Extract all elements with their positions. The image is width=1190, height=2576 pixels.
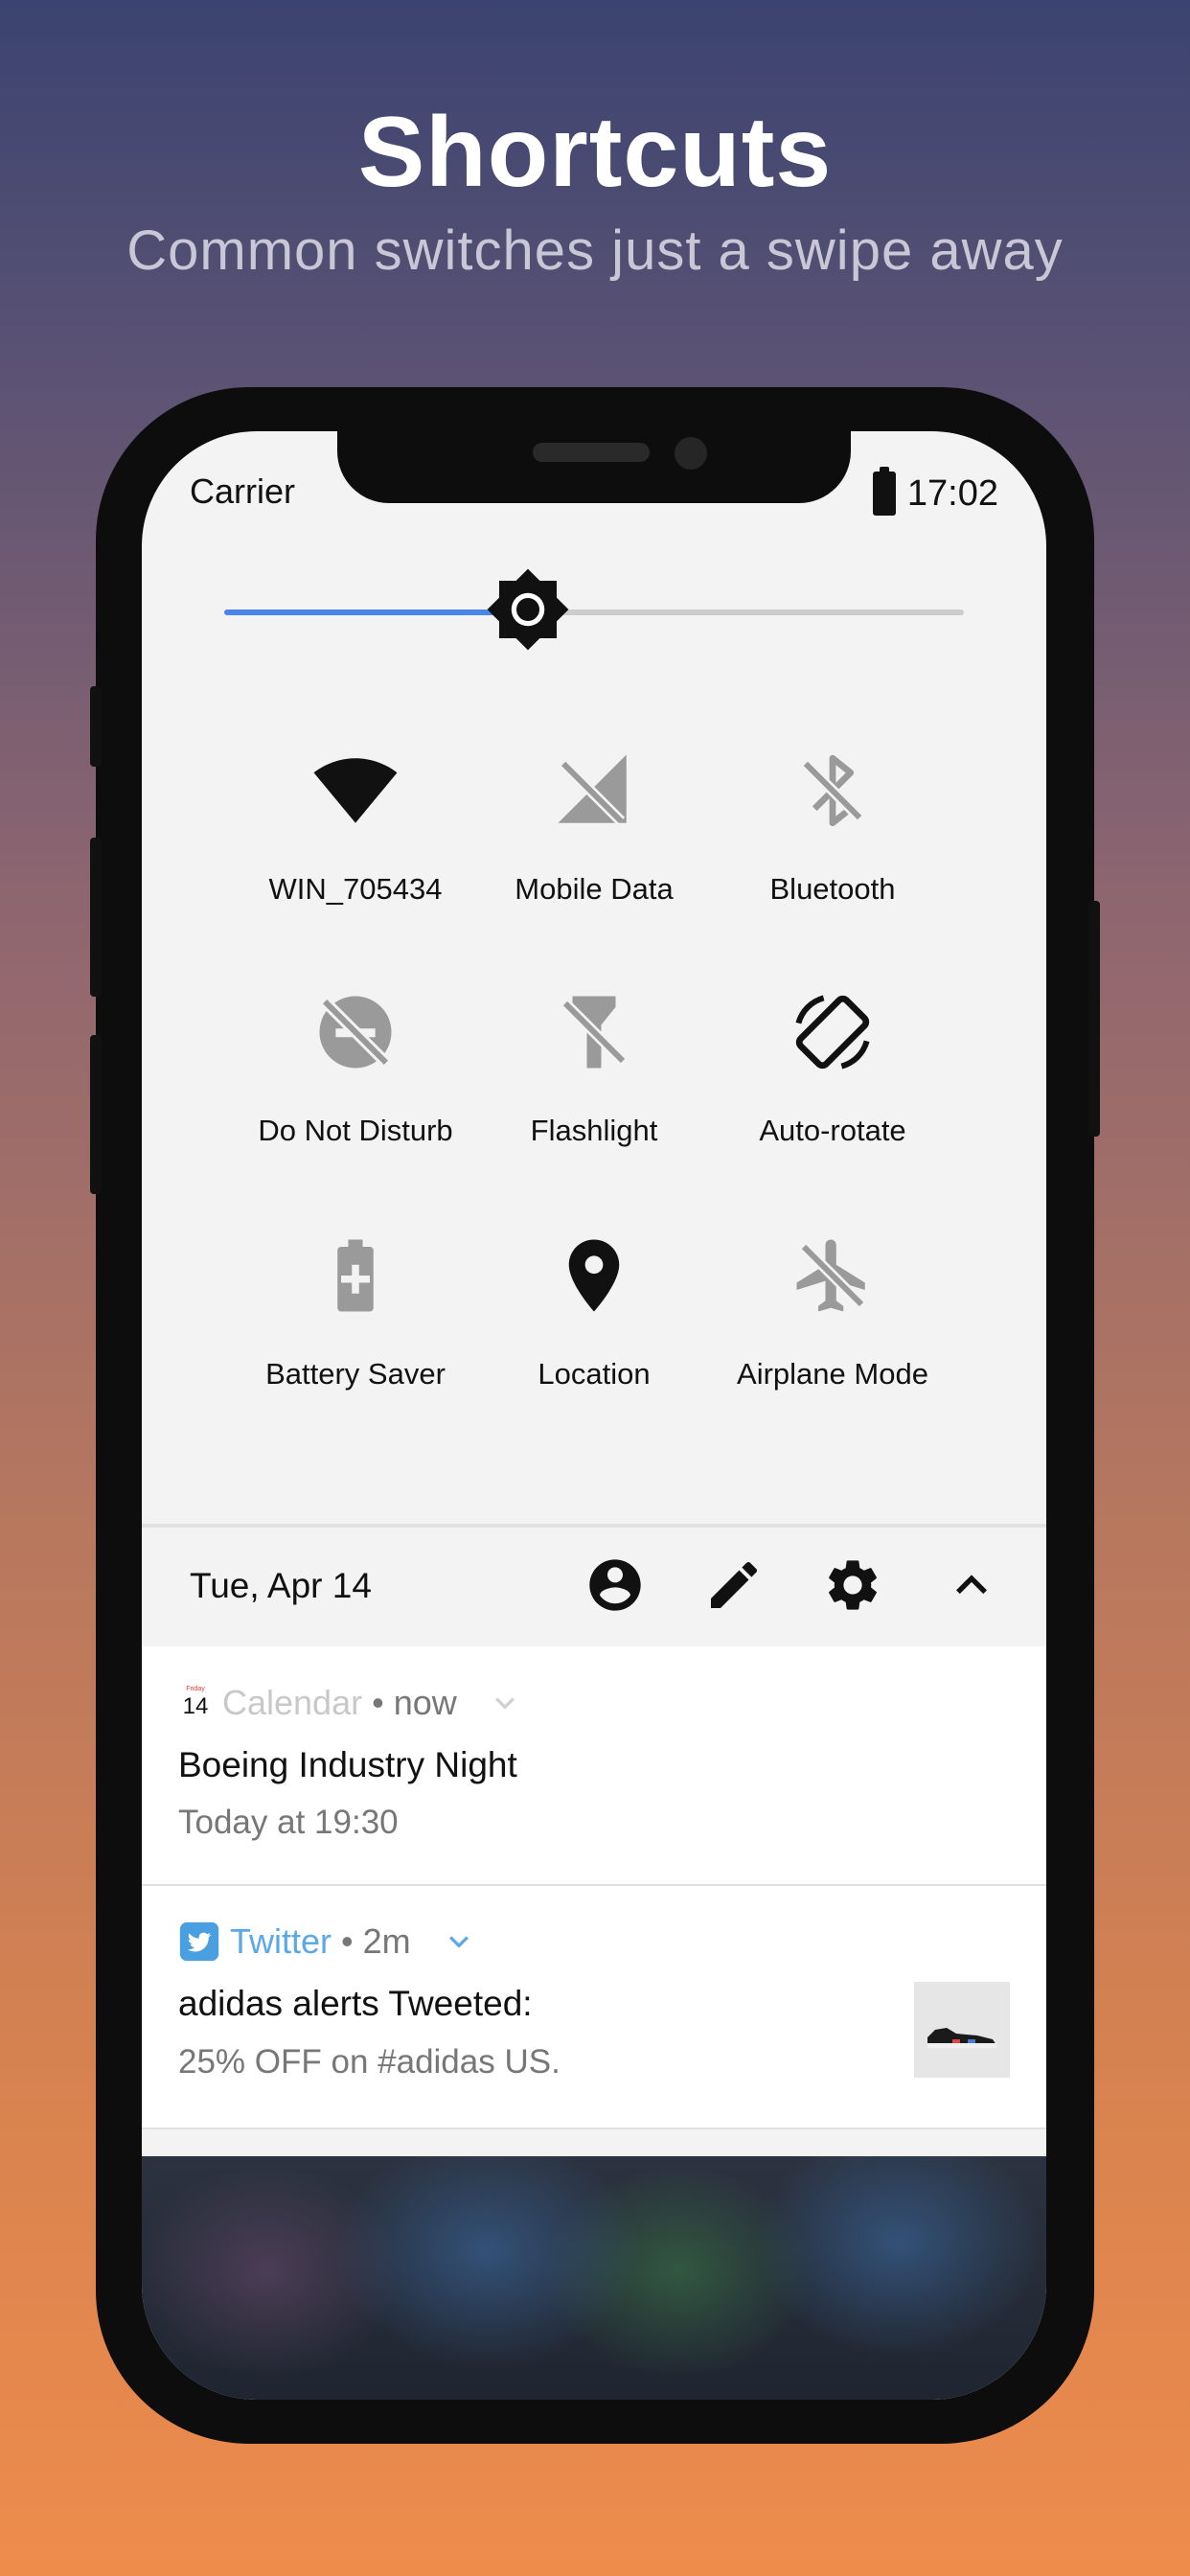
chevron-down-icon[interactable] xyxy=(486,1684,524,1722)
airplane-mode-icon xyxy=(796,1239,867,1312)
tile-label: Mobile Data xyxy=(515,872,674,906)
quick-settings-toolbar: Tue, Apr 14 xyxy=(142,1528,1046,1646)
tile-flashlight[interactable]: Flashlight xyxy=(460,989,728,1162)
notification-twitter[interactable]: Twitter • 2m adidas alerts Tweeted: 25% … xyxy=(142,1886,1046,2128)
location-icon xyxy=(568,1239,620,1312)
tile-label: WIN_705434 xyxy=(268,872,443,906)
hero-title: Shortcuts xyxy=(357,97,833,208)
mute-switch xyxy=(90,686,102,767)
notification-app-name: Twitter xyxy=(230,1921,332,1961)
tile-label: Auto-rotate xyxy=(759,1114,906,1147)
status-right: 17:02 xyxy=(872,467,998,516)
do-not-disturb-off-icon xyxy=(319,996,392,1069)
status-carrier: Carrier xyxy=(190,472,296,511)
sneaker-image xyxy=(927,2028,996,2048)
volume-down-button xyxy=(90,1035,102,1194)
notification-body: Today at 19:30 xyxy=(178,1804,399,1841)
flashlight-off-icon xyxy=(560,996,629,1069)
tile-bluetooth[interactable]: Bluetooth xyxy=(698,748,967,920)
tile-battery-saver[interactable]: Battery Saver xyxy=(221,1232,490,1405)
date-label: Tue, Apr 14 xyxy=(190,1566,372,1605)
notification-title: adidas alerts Tweeted: xyxy=(178,1984,533,2023)
brightness-slider[interactable] xyxy=(224,568,964,651)
twitter-icon xyxy=(179,1921,219,1962)
tile-label: Flashlight xyxy=(530,1114,658,1147)
brightness-icon[interactable] xyxy=(485,566,571,653)
notch xyxy=(337,431,851,503)
notification-calendar[interactable]: Friday 14 Calendar • now Boeing Industry… xyxy=(142,1646,1046,1884)
volume-up-button xyxy=(90,838,102,997)
tile-label: Battery Saver xyxy=(265,1357,446,1391)
power-button xyxy=(1088,901,1100,1137)
calendar-app-icon: Friday 14 xyxy=(182,1686,209,1719)
chevron-down-icon[interactable] xyxy=(440,1922,478,1961)
wifi-icon xyxy=(313,758,398,823)
tile-label: Bluetooth xyxy=(769,872,896,906)
phone-screen: Carrier 17:02 WIN_705434 Mobile Data Blu… xyxy=(142,431,1046,2400)
tile-label: Do Not Disturb xyxy=(258,1114,453,1147)
home-wallpaper xyxy=(142,2156,1046,2400)
collapse-icon[interactable] xyxy=(941,1554,1002,1616)
tile-mobile-data[interactable]: Mobile Data xyxy=(460,748,728,920)
bluetooth-off-icon xyxy=(800,754,865,827)
notification-body: 25% OFF on #adidas US. xyxy=(178,2043,561,2081)
tile-location[interactable]: Location xyxy=(460,1232,728,1405)
edit-icon[interactable] xyxy=(703,1554,765,1616)
status-time: 17:02 xyxy=(906,472,998,514)
notification-app-name: Calendar xyxy=(222,1683,363,1722)
battery-full-icon xyxy=(872,467,896,516)
notification-header: Friday 14 Calendar • now xyxy=(178,1683,524,1723)
mobile-data-off-icon xyxy=(558,754,627,825)
settings-icon[interactable] xyxy=(822,1554,883,1616)
notification-title: Boeing Industry Night xyxy=(178,1745,517,1784)
brightness-slider-fill xyxy=(224,610,528,615)
notification-time: • now xyxy=(372,1683,457,1722)
battery-saver-icon xyxy=(337,1239,374,1312)
tile-do-not-disturb[interactable]: Do Not Disturb xyxy=(221,989,490,1162)
hero-subtitle: Common switches just a swipe away xyxy=(126,219,1064,282)
tile-label: Location xyxy=(538,1357,651,1391)
tile-auto-rotate[interactable]: Auto-rotate xyxy=(698,989,967,1162)
tile-wifi[interactable]: WIN_705434 xyxy=(221,748,490,920)
notification-header: Twitter • 2m xyxy=(178,1920,478,1963)
account-icon[interactable] xyxy=(584,1554,646,1616)
sneaker-thumbnail xyxy=(914,1982,1010,2078)
auto-rotate-icon xyxy=(795,995,870,1070)
tile-label: Airplane Mode xyxy=(737,1357,928,1391)
tile-airplane-mode[interactable]: Airplane Mode xyxy=(698,1232,967,1405)
notification-separator xyxy=(142,2128,1046,2129)
notification-time: • 2m xyxy=(341,1921,411,1961)
